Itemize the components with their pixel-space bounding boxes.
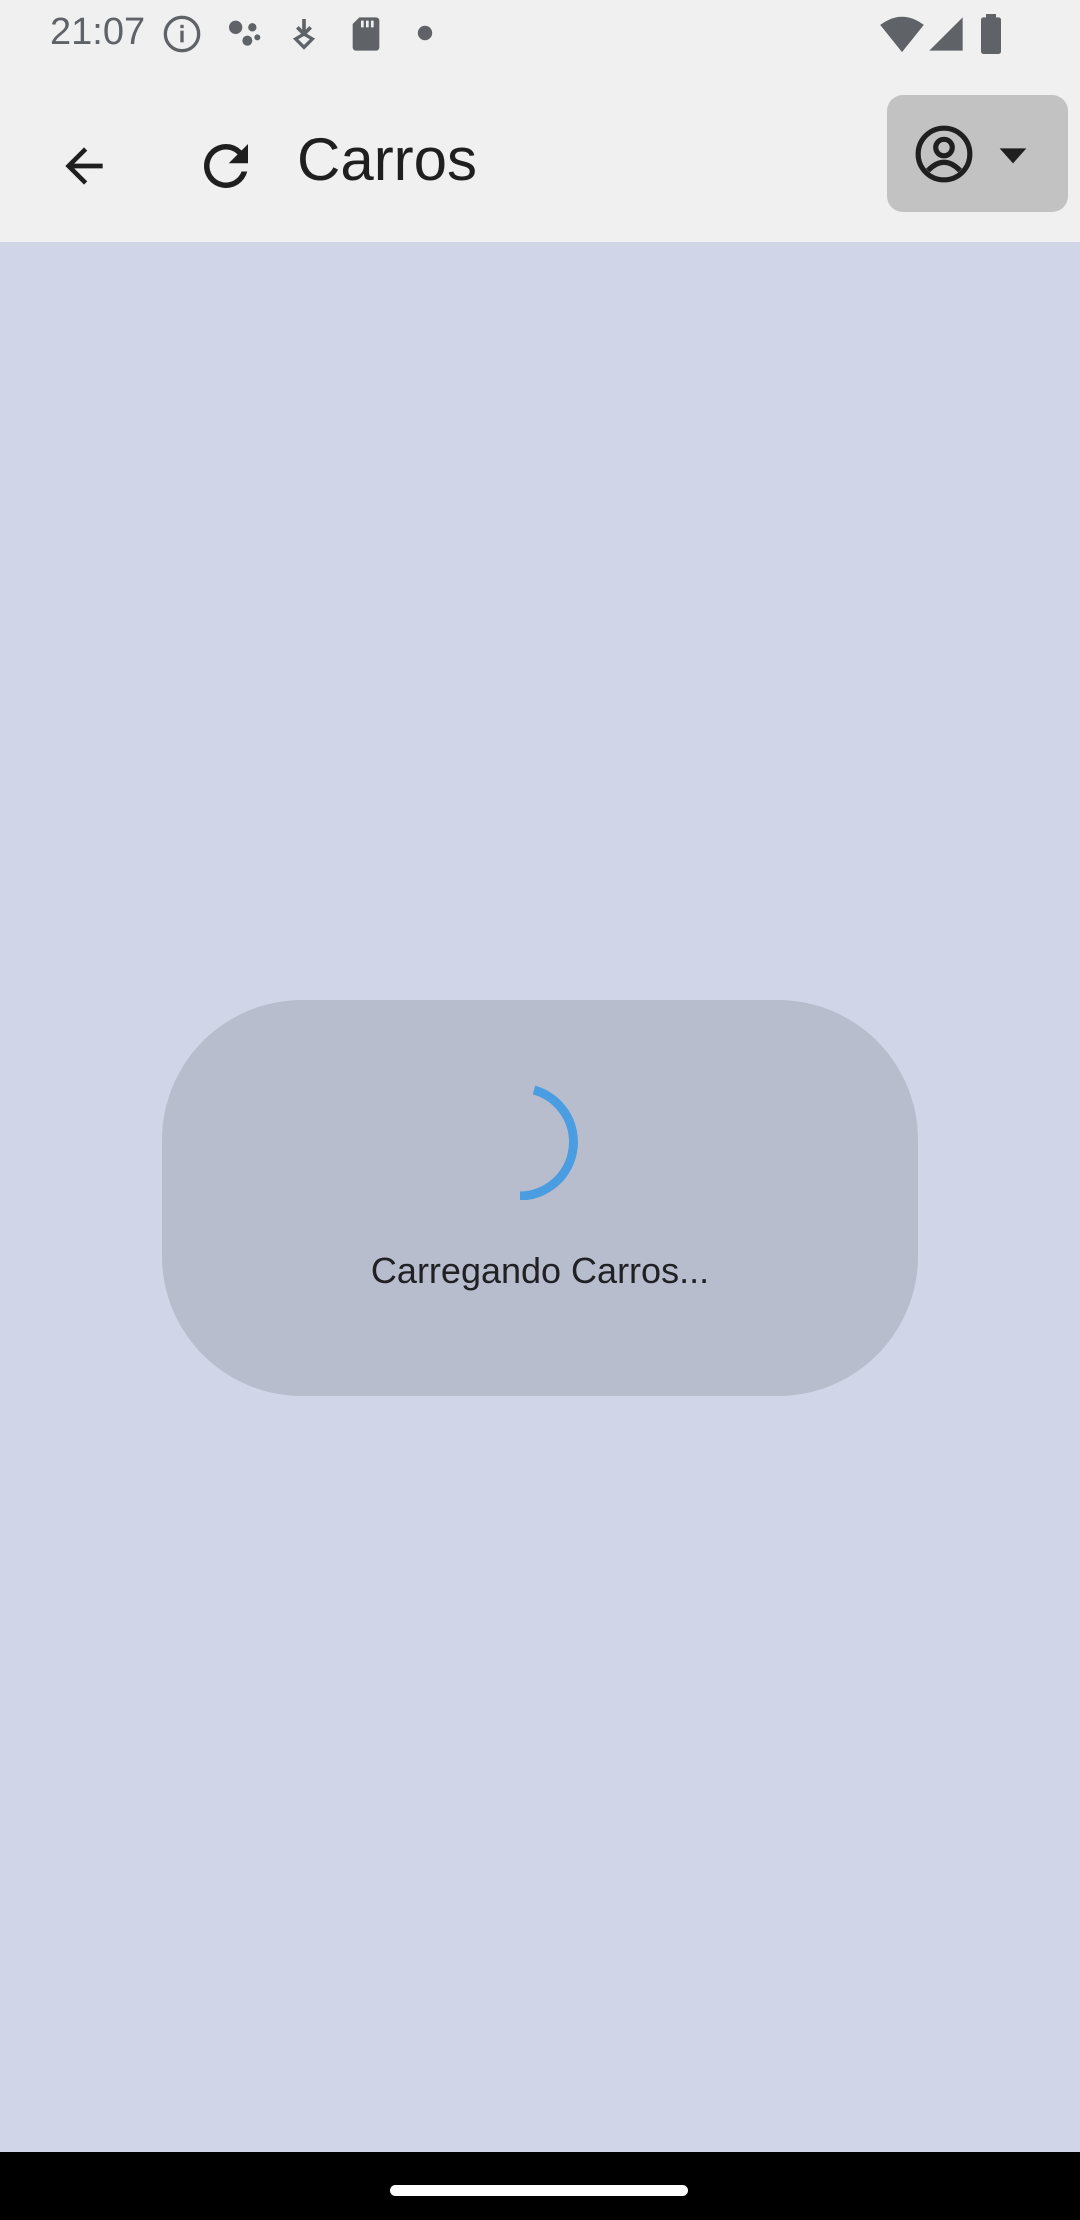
refresh-icon bbox=[203, 143, 248, 188]
home-gesture-handle[interactable] bbox=[390, 2185, 688, 2196]
loading-message: Carregando Carros... bbox=[370, 1250, 710, 1291]
refresh-button[interactable] bbox=[182, 122, 270, 210]
dot-icon bbox=[416, 24, 434, 42]
battery-icon bbox=[978, 14, 1004, 54]
status-time: 21:07 bbox=[50, 11, 146, 53]
wifi-icon bbox=[880, 14, 924, 54]
navigation-bar bbox=[0, 2152, 1080, 2220]
arrow-back-icon bbox=[65, 147, 103, 185]
signal-icon bbox=[926, 14, 966, 54]
sd-card-icon bbox=[346, 14, 386, 54]
back-button[interactable] bbox=[40, 122, 128, 210]
caret-down-icon bbox=[999, 148, 1027, 164]
status-bar: 21:07 bbox=[0, 0, 1080, 66]
download-icon bbox=[284, 14, 324, 54]
account-menu-button[interactable] bbox=[887, 95, 1068, 212]
page-title: Carros bbox=[297, 126, 478, 193]
account-circle-icon bbox=[915, 125, 973, 183]
content-area: Carregando Carros... bbox=[0, 242, 1080, 2152]
info-icon bbox=[162, 14, 202, 54]
assistant-dots-icon bbox=[224, 14, 264, 54]
loading-spinner bbox=[519, 1085, 578, 1200]
loading-card: Carregando Carros... bbox=[162, 1000, 918, 1396]
app-bar: Carros bbox=[0, 66, 1080, 242]
